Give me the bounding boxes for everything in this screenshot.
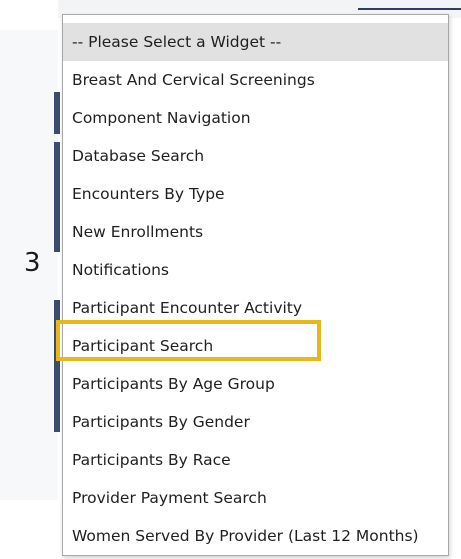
widget-option-breast-and-cervical-screenings[interactable]: Breast And Cervical Screenings: [63, 61, 448, 99]
widget-option-database-search[interactable]: Database Search: [63, 137, 448, 175]
widget-option-notifications[interactable]: Notifications: [63, 251, 448, 289]
widget-option-women-served-by-provider[interactable]: Women Served By Provider (Last 12 Months…: [63, 517, 448, 555]
background-accent-bar: [54, 92, 60, 134]
step-number-label: 3: [24, 248, 41, 278]
widget-select-dropdown[interactable]: -- Please Select a Widget -- Breast And …: [62, 14, 449, 556]
widget-option-placeholder[interactable]: -- Please Select a Widget --: [63, 23, 448, 61]
widget-option-new-enrollments[interactable]: New Enrollments: [63, 213, 448, 251]
widget-option-encounters-by-type[interactable]: Encounters By Type: [63, 175, 448, 213]
highlight-annotation-box: [56, 320, 321, 361]
widget-option-participants-by-race[interactable]: Participants By Race: [63, 441, 448, 479]
widget-option-participants-by-age-group[interactable]: Participants By Age Group: [63, 365, 448, 403]
widget-option-provider-payment-search[interactable]: Provider Payment Search: [63, 479, 448, 517]
widget-option-component-navigation[interactable]: Component Navigation: [63, 99, 448, 137]
widget-option-participants-by-gender[interactable]: Participants By Gender: [63, 403, 448, 441]
background-accent-bar: [54, 142, 60, 252]
